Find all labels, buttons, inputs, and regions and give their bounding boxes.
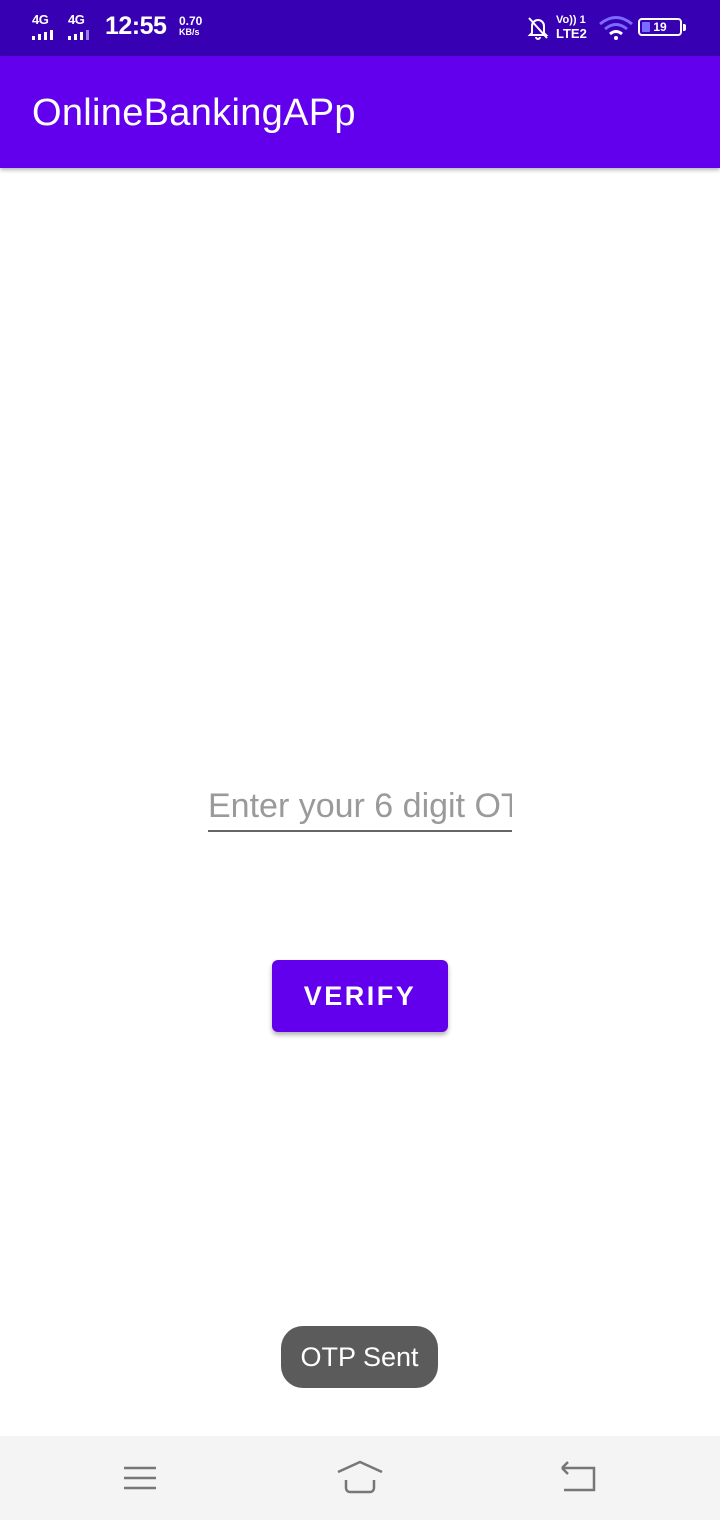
app-title: OnlineBankingAPp — [32, 92, 356, 134]
volte-indicator: Vo)) 1 LTE2 — [556, 14, 587, 40]
status-bar: 4G 4G 12:55 0.70 KB/s Vo)) 1 LTE2 19 — [0, 0, 720, 56]
signal-icon — [68, 30, 92, 40]
back-icon[interactable] — [558, 1458, 598, 1498]
wifi-icon — [599, 16, 633, 40]
battery-level: 19 — [653, 20, 667, 34]
lte-label: LTE2 — [556, 26, 587, 41]
speed-value: 0.70 — [179, 14, 203, 28]
clock: 12:55 — [105, 12, 167, 40]
home-icon[interactable] — [336, 1458, 384, 1498]
verify-button[interactable]: VERIFY — [272, 960, 448, 1032]
sim2-signal: 4G — [68, 12, 96, 42]
navigation-bar — [0, 1436, 720, 1520]
volte-label: Vo)) 1 — [556, 14, 586, 26]
speed-unit: KB/s — [179, 27, 200, 37]
app-bar: OnlineBankingAPp — [0, 56, 720, 168]
signal-icon — [32, 30, 56, 40]
menu-icon[interactable] — [120, 1458, 160, 1498]
otp-input[interactable] — [208, 782, 512, 832]
bell-off-icon — [527, 17, 549, 40]
sim1-network-label: 4G — [32, 12, 49, 27]
toast-message: OTP Sent — [281, 1326, 438, 1388]
sim2-network-label: 4G — [68, 12, 85, 27]
sim1-signal: 4G — [32, 12, 60, 42]
network-speed: 0.70 KB/s — [179, 15, 202, 38]
battery-icon: 19 — [638, 18, 686, 36]
